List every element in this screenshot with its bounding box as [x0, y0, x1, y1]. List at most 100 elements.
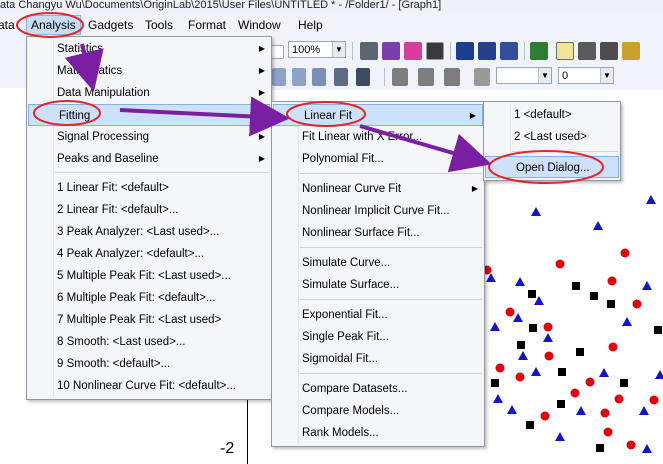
zoom-combo[interactable]: 100% ▼ — [288, 41, 346, 58]
menu-item-mathematics[interactable]: Mathematics ▶ — [27, 60, 271, 82]
menu-item-label: Compare Models... — [302, 405, 400, 417]
menu-item-rank-models[interactable]: Rank Models... — [272, 422, 484, 444]
chevron-right-icon: ▶ — [469, 111, 476, 120]
menu-item-nonlinear-surface-fit[interactable]: Nonlinear Surface Fit... — [272, 222, 484, 244]
menu-item-peaks-and-baseline[interactable]: Peaks and Baseline ▶ — [27, 148, 271, 170]
fill-color-icon[interactable] — [392, 68, 408, 86]
zoom-icon[interactable] — [556, 42, 574, 60]
symbol-icon[interactable] — [474, 68, 490, 86]
menu-item-10-nonlinear-curve-fit[interactable]: 10 Nonlinear Curve Fit: <default>... — [27, 375, 271, 397]
menu-item-9-smooth[interactable]: 9 Smooth: <default>... — [27, 353, 271, 375]
menu-item-label: Signal Processing — [57, 131, 150, 143]
subscript-icon[interactable] — [292, 68, 306, 86]
menu-item-single-peak-fit[interactable]: Single Peak Fit... — [272, 326, 484, 348]
menu-item-1[interactable]: 1 <default> — [484, 104, 620, 126]
menu-item-label: Data Manipulation — [57, 87, 150, 99]
greek-icon[interactable] — [312, 68, 326, 86]
calendar-icon[interactable] — [600, 42, 618, 60]
menu-item-label: Simulate Curve... — [302, 257, 391, 269]
menu-item-2[interactable]: 2 <Last used> — [484, 126, 620, 148]
left-toolbar-strip — [0, 38, 26, 88]
menu-item-5-multiple-peak-fit[interactable]: 5 Multiple Peak Fit: <Last used>... — [27, 265, 271, 287]
window-title: ata Changyu Wu\Documents\OriginLab\2015\… — [0, 0, 442, 11]
menu-item-statistics[interactable]: Statistics ▶ — [27, 38, 271, 60]
menu-item-3-peak-analyzer[interactable]: 3 Peak Analyzer: <Last used>... — [27, 221, 271, 243]
linear-fit-submenu: 1 <default> 2 <Last used> Open Dialog... — [483, 101, 621, 181]
chevron-down-icon[interactable]: ▼ — [332, 42, 345, 57]
menu-item-label: 6 Multiple Peak Fit: <default>... — [57, 292, 216, 304]
menu-separator — [512, 151, 618, 152]
menu-item-simulate-surface[interactable]: Simulate Surface... — [272, 274, 484, 296]
superscript-icon[interactable] — [272, 68, 286, 86]
toolbar-separator — [450, 42, 451, 60]
menu-item-label: Rank Models... — [302, 427, 379, 439]
menu-item-2-linear-fit[interactable]: 2 Linear Fit: <default>... — [27, 199, 271, 221]
menu-item-6-multiple-peak-fit[interactable]: 6 Multiple Peak Fit: <default>... — [27, 287, 271, 309]
menu-item-nonlinear-curve-fit[interactable]: Nonlinear Curve Fit ▶ — [272, 178, 484, 200]
menu-help[interactable]: Help — [294, 16, 327, 34]
menu-item-exponential-fit[interactable]: Exponential Fit... — [272, 304, 484, 326]
line-style-combo[interactable]: ▼ — [496, 67, 552, 84]
menu-analysis[interactable]: Analysis — [26, 15, 81, 35]
help-icon[interactable] — [622, 42, 640, 60]
grid-icon[interactable] — [578, 42, 596, 60]
menu-item-8-smooth[interactable]: 8 Smooth: <Last used>... — [27, 331, 271, 353]
layer-icon[interactable] — [456, 42, 474, 60]
font-color-icon[interactable] — [356, 68, 370, 86]
fitting-submenu: Linear Fit ▶ Fit Linear with X Error... Pol… — [271, 101, 485, 447]
menu-item-label: 2 <Last used> — [514, 131, 587, 143]
menu-item-label: 7 Multiple Peak Fit: <Last used> — [57, 314, 222, 326]
size-value: 0 — [562, 70, 569, 82]
pattern-icon[interactable] — [418, 68, 434, 86]
tree-icon[interactable] — [530, 42, 548, 60]
format-toolbar: ▼ 0 ▼ — [268, 64, 663, 91]
zoom-value: 100% — [292, 44, 321, 56]
menu-item-label: Exponential Fit... — [302, 309, 388, 321]
menu-data[interactable]: ata — [0, 16, 19, 34]
chevron-down-icon[interactable]: ▼ — [538, 68, 551, 83]
menu-item-simulate-curve[interactable]: Simulate Curve... — [272, 252, 484, 274]
menu-gadgets[interactable]: Gadgets — [84, 16, 137, 34]
menu-item-label: Simulate Surface... — [302, 279, 400, 291]
menu-tools[interactable]: Tools — [141, 16, 177, 34]
menu-item-1-linear-fit[interactable]: 1 Linear Fit: <default> — [27, 177, 271, 199]
copy-page-icon[interactable] — [382, 42, 400, 60]
new-graph-icon[interactable] — [270, 45, 284, 59]
menu-item-7-multiple-peak-fit[interactable]: 7 Multiple Peak Fit: <Last used> — [27, 309, 271, 331]
menu-item-signal-processing[interactable]: Signal Processing ▶ — [27, 126, 271, 148]
menu-item-label: Peaks and Baseline — [57, 153, 159, 165]
menu-item-label: Fit Linear with X Error... — [302, 131, 423, 143]
menu-separator — [55, 172, 269, 173]
print-icon[interactable] — [360, 42, 378, 60]
menu-item-polynomial-fit[interactable]: Polynomial Fit... — [272, 148, 484, 170]
window-icon[interactable] — [426, 42, 444, 60]
size-combo[interactable]: 0 ▼ — [558, 67, 614, 84]
menu-item-fitting[interactable]: Fitting ▶ — [28, 104, 270, 126]
menu-separator — [300, 373, 482, 374]
menu-item-nonlinear-implicit-curve-fit[interactable]: Nonlinear Implicit Curve Fit... — [272, 200, 484, 222]
menu-separator — [300, 299, 482, 300]
chevron-right-icon: ▶ — [258, 132, 265, 141]
font-size-icon[interactable] — [334, 68, 348, 86]
menu-separator — [300, 173, 482, 174]
chevron-down-icon[interactable]: ▼ — [600, 68, 613, 83]
window-title-bar: ata Changyu Wu\Documents\OriginLab\2015\… — [0, 0, 663, 12]
menu-item-4-peak-analyzer[interactable]: 4 Peak Analyzer: <default>... — [27, 243, 271, 265]
menu-item-fit-linear-with-x-error[interactable]: Fit Linear with X Error... — [272, 126, 484, 148]
table-icon[interactable] — [478, 42, 496, 60]
menu-item-label: Compare Datasets... — [302, 383, 408, 395]
line-color-icon[interactable] — [444, 68, 460, 86]
menu-item-label: Nonlinear Curve Fit — [302, 183, 402, 195]
menu-item-linear-fit[interactable]: Linear Fit ▶ — [273, 104, 483, 126]
menu-format[interactable]: Format — [184, 16, 230, 34]
menu-item-compare-datasets[interactable]: Compare Datasets... — [272, 378, 484, 400]
menu-item-label: Sigmoidal Fit... — [302, 353, 379, 365]
export-icon[interactable] — [404, 42, 422, 60]
menu-item-sigmoidal-fit[interactable]: Sigmoidal Fit... — [272, 348, 484, 370]
list-icon[interactable] — [500, 42, 518, 60]
menu-item-open-dialog[interactable]: Open Dialog... — [485, 156, 619, 178]
chevron-right-icon: ▶ — [258, 88, 265, 97]
menu-window[interactable]: Window — [234, 16, 285, 34]
menu-item-compare-models[interactable]: Compare Models... — [272, 400, 484, 422]
menu-item-data-manipulation[interactable]: Data Manipulation ▶ — [27, 82, 271, 104]
